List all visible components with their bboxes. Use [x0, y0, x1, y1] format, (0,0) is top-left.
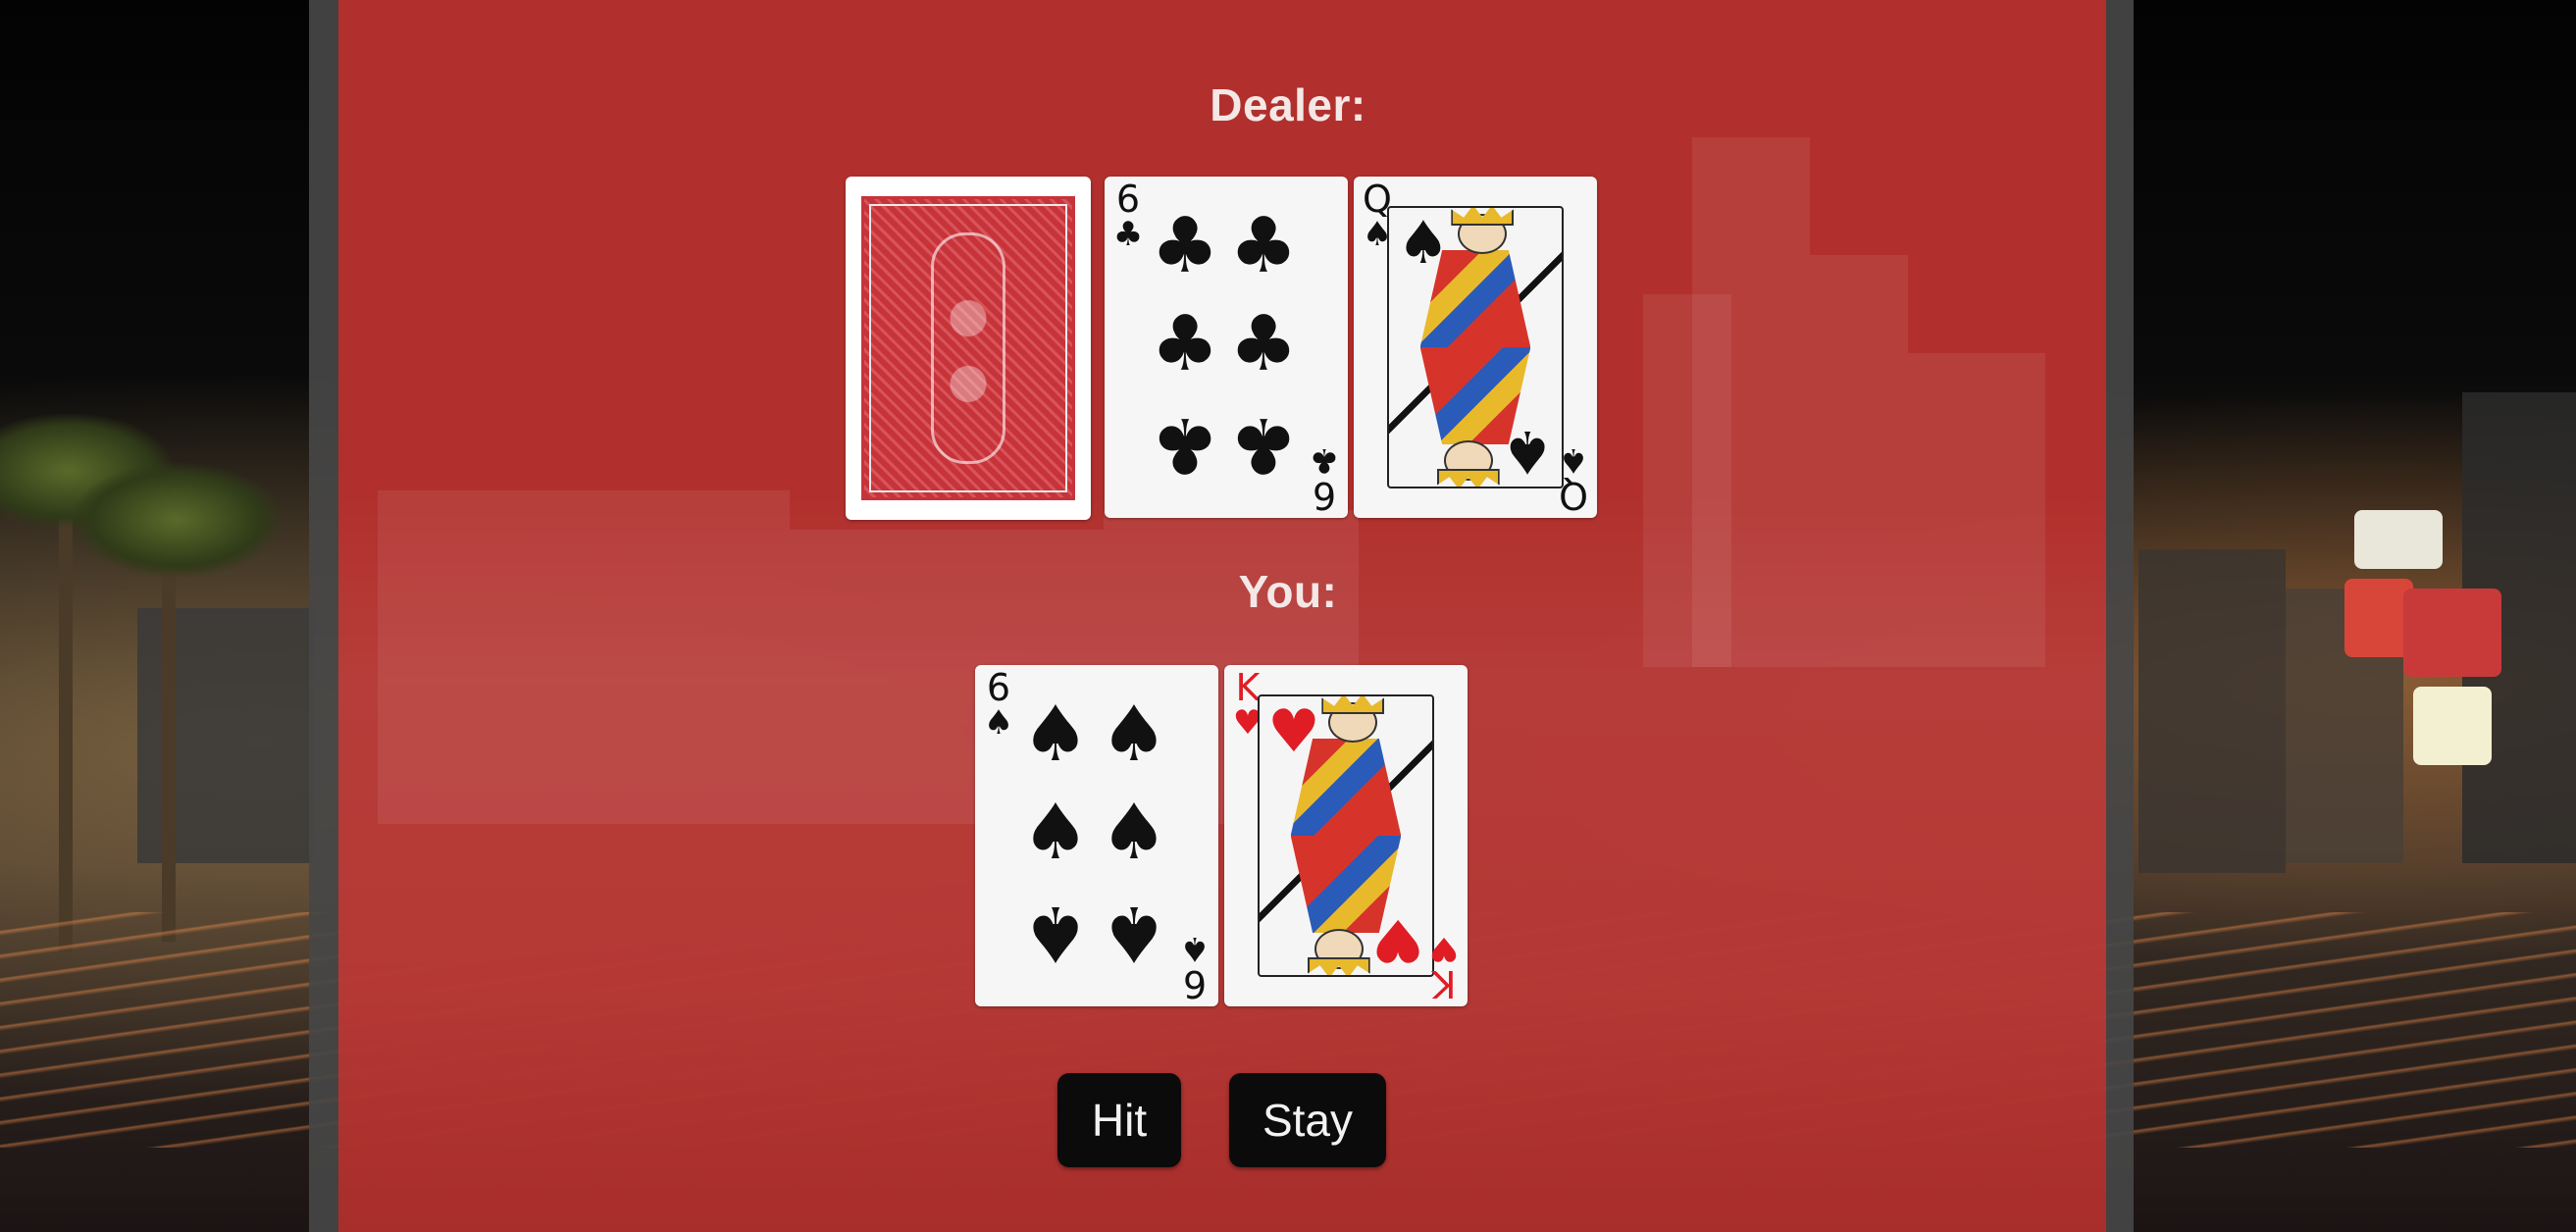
clubs-icon: ♣ — [1229, 300, 1298, 388]
spades-icon: ♠ — [1501, 417, 1554, 486]
card-back-emblem — [931, 232, 1005, 464]
card-corner-top: 6 ♠ — [981, 669, 1016, 740]
hearts-icon: ♥ — [1267, 697, 1320, 766]
hearts-icon: ♥ — [1371, 905, 1424, 974]
clubs-icon: ♣ — [1151, 202, 1219, 290]
card-back-pattern — [861, 196, 1075, 500]
card-corner-bottom: Q ♠ — [1556, 440, 1591, 517]
card-rank: Q — [1559, 474, 1588, 517]
dealer-card-queen-spades: Q ♠ ♠ ♠ Q ♠ — [1354, 177, 1597, 518]
spades-icon: ♠ — [1100, 691, 1168, 779]
dealer-card-6-clubs: 6 ♣ ♣ ♣ ♣ ♣ ♣ ♣ 6 ♣ — [1105, 177, 1348, 518]
card-rank: 6 — [1115, 178, 1141, 221]
clubs-icon: ♣ — [1112, 215, 1144, 254]
clubs-icon: ♣ — [1151, 400, 1219, 488]
card-rank: 6 — [986, 666, 1011, 709]
player-card-king-hearts: K ♥ ♥ ♥ K ♥ — [1224, 665, 1468, 1006]
king-face-art: ♥ ♥ — [1258, 694, 1434, 977]
spades-icon: ♠ — [1021, 889, 1090, 977]
spades-icon: ♠ — [1179, 929, 1211, 968]
spades-icon: ♠ — [1100, 789, 1168, 877]
card-corner-bottom: K ♥ — [1426, 929, 1462, 1005]
game-page: Dealer: 6 ♣ ♣ ♣ ♣ ♣ ♣ ♣ 6 ♣ Q ♠ ♠ ♠ Q ♠ … — [0, 0, 2576, 1232]
spades-icon: ♠ — [1558, 440, 1589, 480]
dealer-card-face-down — [846, 177, 1091, 520]
player-label: You: — [1238, 566, 1338, 617]
hearts-icon: ♥ — [1428, 929, 1460, 968]
clubs-icon: ♣ — [1229, 400, 1298, 488]
dealer-label: Dealer: — [1210, 79, 1366, 130]
clubs-icon: ♣ — [1309, 440, 1340, 480]
stay-button[interactable]: Stay — [1229, 1073, 1386, 1167]
card-corner-bottom: 6 ♠ — [1177, 929, 1212, 1005]
clubs-icon: ♣ — [1151, 300, 1219, 388]
hit-button[interactable]: Hit — [1057, 1073, 1181, 1167]
spades-icon: ♠ — [1021, 789, 1090, 877]
player-card-6-spades: 6 ♠ ♠ ♠ ♠ ♠ ♠ ♠ 6 ♠ — [975, 665, 1218, 1006]
spades-icon: ♠ — [1100, 889, 1168, 977]
card-corner-top: 6 ♣ — [1110, 180, 1146, 251]
spades-icon: ♠ — [1021, 691, 1090, 779]
queen-face-art: ♠ ♠ — [1387, 206, 1564, 488]
spades-icon: ♠ — [983, 703, 1014, 743]
card-corner-bottom: 6 ♣ — [1307, 440, 1342, 517]
clubs-icon: ♣ — [1229, 202, 1298, 290]
spades-icon: ♠ — [1397, 209, 1450, 278]
card-rank: 6 — [1182, 962, 1208, 1005]
card-rank: 6 — [1312, 474, 1337, 517]
card-rank: K — [1431, 962, 1457, 1005]
